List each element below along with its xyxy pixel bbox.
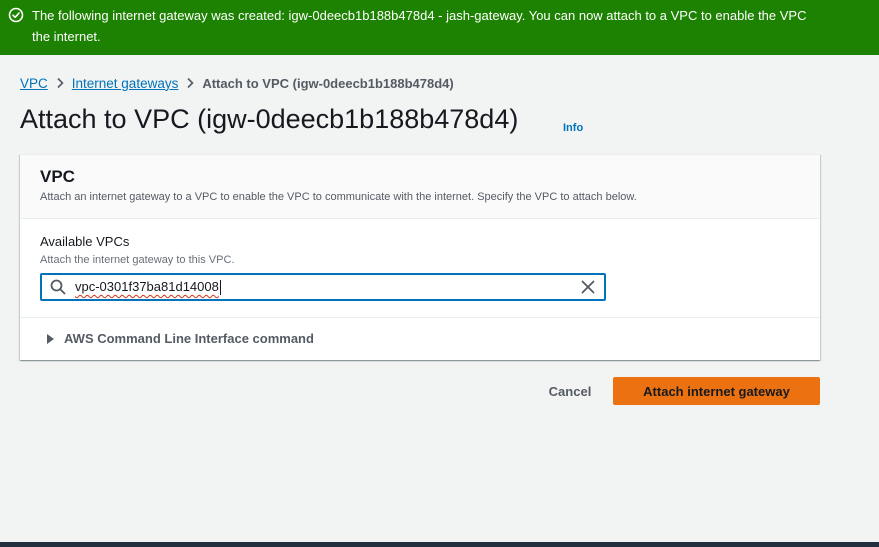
page-title: Attach to VPC (igw-0deecb1b188b478d4) [20, 104, 519, 134]
flash-message-line1: The following internet gateway was creat… [32, 8, 807, 23]
available-vpcs-description: Attach the internet gateway to this VPC. [40, 254, 235, 266]
bottom-bar [0, 542, 879, 547]
vpc-search-field[interactable]: vpc-0301f37ba81d14008 [40, 273, 606, 301]
vpc-container: VPC Attach an internet gateway to a VPC … [20, 154, 820, 360]
flash-message: The following internet gateway was creat… [32, 5, 879, 47]
breadcrumb-current: Attach to VPC (igw-0deecb1b188b478d4) [202, 75, 454, 91]
cli-command-label: AWS Command Line Interface command [64, 331, 314, 346]
section-divider [20, 317, 820, 318]
vpc-search-input[interactable] [74, 275, 574, 299]
cancel-button[interactable]: Cancel [536, 378, 604, 405]
search-icon [50, 279, 66, 295]
cli-command-expander[interactable]: AWS Command Line Interface command [46, 331, 314, 346]
available-vpcs-label: Available VPCs [40, 234, 130, 249]
chevron-right-icon [178, 77, 202, 89]
breadcrumb-internet-gateways-link[interactable]: Internet gateways [72, 76, 179, 91]
chevron-right-icon [48, 77, 72, 89]
info-link[interactable]: Info [563, 122, 583, 134]
breadcrumb-vpc-link[interactable]: VPC [20, 76, 48, 91]
success-flash-banner: The following internet gateway was creat… [0, 0, 879, 55]
success-check-icon [8, 7, 24, 23]
vpc-container-header: VPC Attach an internet gateway to a VPC … [20, 155, 820, 219]
flash-message-line2: the internet. [32, 29, 101, 44]
attach-internet-gateway-button[interactable]: Attach internet gateway [613, 377, 820, 405]
caret-right-icon [47, 333, 54, 344]
clear-icon[interactable] [580, 279, 596, 295]
vpc-section-title: VPC [40, 167, 75, 186]
vpc-section-description: Attach an internet gateway to a VPC to e… [40, 191, 637, 203]
breadcrumb: VPC Internet gateways Attach to VPC (igw… [20, 73, 454, 93]
